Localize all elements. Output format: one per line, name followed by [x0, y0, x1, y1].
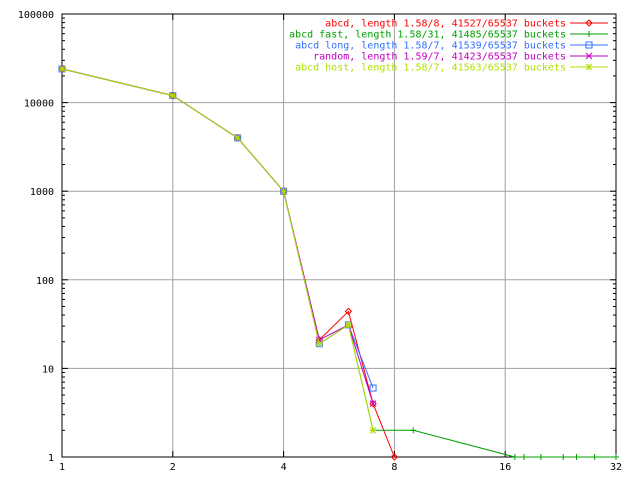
series-3	[58, 65, 377, 408]
series-line	[61, 68, 374, 389]
legend-label: random, length 1.59/7, 41423/65537 bucke…	[313, 52, 566, 63]
y-tick-label: 1	[48, 453, 54, 464]
x-tick-label: 32	[610, 462, 622, 473]
series-1	[59, 65, 619, 460]
data-point	[315, 340, 323, 348]
legend-entry: abcd host, length 1.58/7, 41563/65537 bu…	[295, 63, 608, 74]
data-point	[169, 92, 177, 99]
legend-entry: abcd fast, length 1.58/31, 41485/65537 b…	[289, 30, 608, 41]
series-0	[58, 65, 399, 461]
legend: abcd, length 1.58/8, 41527/65537 buckets…	[289, 19, 608, 74]
x-tick-label: 2	[170, 462, 176, 473]
data-point	[410, 427, 417, 434]
data-point	[591, 454, 598, 460]
grid	[62, 14, 616, 457]
series-line	[61, 68, 395, 458]
data-point	[537, 454, 544, 460]
data-point	[511, 454, 518, 460]
data-point	[585, 63, 593, 71]
data-point	[573, 454, 580, 460]
bucket-distribution-chart: 1 2 4 8 16 32 1 10 100 1000 10000 100000 abcd, leng…	[18, 10, 622, 473]
y-tick-label: 1000	[30, 187, 54, 198]
data-point	[234, 134, 241, 142]
series-line	[61, 68, 374, 431]
legend-entry: random, length 1.59/7, 41423/65537 bucke…	[313, 52, 608, 63]
data-point	[560, 454, 567, 460]
x-tick-label: 4	[281, 462, 287, 473]
legend-label: abcd fast, length 1.58/31, 41485/65537 b…	[289, 30, 566, 41]
y-tick-label: 10	[42, 364, 54, 375]
x-tick-label: 8	[391, 462, 397, 473]
y-tick-label: 10000	[24, 99, 54, 110]
data-point	[280, 187, 287, 195]
data-point	[369, 426, 377, 434]
legend-entry: abcd long, length 1.58/7, 41539/65537 bu…	[295, 41, 608, 52]
series-lines	[58, 65, 619, 461]
series-2	[58, 65, 377, 392]
series-4	[58, 65, 377, 434]
data-point	[586, 31, 592, 37]
axis-ticks: 1 2 4 8 16 32 1 10 100 1000 10000 100000	[18, 10, 622, 473]
data-point	[345, 321, 352, 329]
legend-label: abcd long, length 1.58/7, 41539/65537 bu…	[295, 41, 566, 52]
x-tick-label: 16	[499, 462, 511, 473]
data-point	[369, 400, 377, 408]
data-point	[521, 454, 528, 460]
data-point	[613, 454, 619, 460]
legend-label: abcd host, length 1.58/7, 41563/65537 bu…	[295, 63, 566, 74]
x-tick-label: 1	[59, 462, 65, 473]
y-tick-label: 100000	[18, 10, 54, 21]
plot-frame	[61, 13, 617, 458]
series-line	[61, 68, 616, 458]
data-point	[58, 65, 66, 73]
legend-label: abcd, length 1.58/8, 41527/65537 buckets	[325, 19, 566, 30]
legend-entry: abcd, length 1.58/8, 41527/65537 buckets	[325, 19, 608, 30]
y-tick-label: 100	[36, 276, 54, 287]
series-line	[61, 68, 374, 404]
